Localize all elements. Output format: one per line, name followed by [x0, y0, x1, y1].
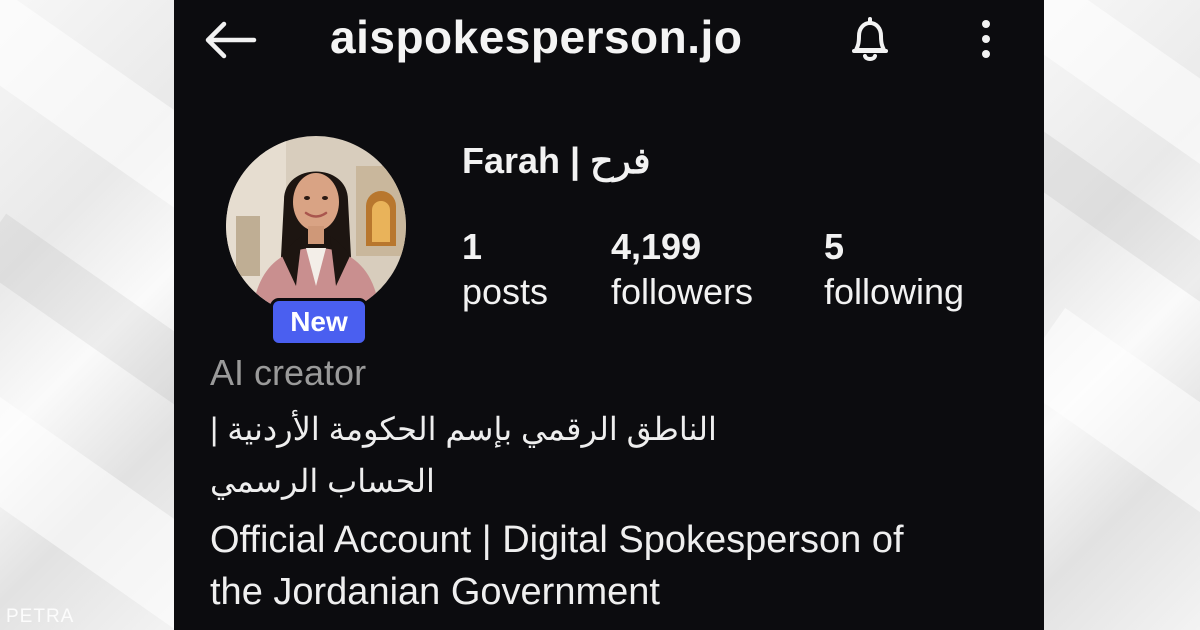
profile-username: aispokesperson.jo	[330, 11, 743, 63]
bio-english-line-2: the Jordanian Government	[210, 571, 660, 613]
new-badge: New	[270, 298, 368, 346]
avatar-portrait	[226, 136, 406, 316]
more-vertical-icon[interactable]	[974, 16, 998, 62]
display-name: Farah | فرح	[462, 140, 651, 181]
background-right	[1044, 0, 1200, 630]
background-left	[0, 0, 174, 630]
stat-posts-label: posts	[462, 271, 549, 312]
bio-arabic-line-1: الناطق الرقمي بإسم الحكومة الأردنية |	[210, 411, 717, 447]
stat-posts-value: 1	[462, 226, 483, 267]
stat-followers[interactable]: 4,199 followers	[611, 226, 753, 316]
stat-following-value: 5	[824, 226, 845, 267]
stat-following[interactable]: 5 following	[824, 226, 964, 316]
bio-english-line-1: Official Account | Digital Spokesperson …	[210, 519, 904, 561]
profile-category: AI creator	[210, 352, 367, 393]
bell-icon[interactable]	[842, 12, 898, 68]
stat-followers-value: 4,199	[611, 226, 702, 267]
bio-arabic-line-2: الحساب الرسمي	[210, 463, 435, 499]
stat-following-label: following	[824, 271, 965, 312]
watermark: PETRA	[6, 606, 75, 627]
arrow-left-icon[interactable]	[200, 18, 260, 62]
profile-avatar[interactable]	[226, 136, 406, 316]
stat-posts[interactable]: 1 posts	[462, 226, 548, 316]
stat-followers-label: followers	[611, 271, 754, 312]
profile-screen: aispokesperson.jo New Farah | فرح 1 post…	[174, 0, 1044, 630]
